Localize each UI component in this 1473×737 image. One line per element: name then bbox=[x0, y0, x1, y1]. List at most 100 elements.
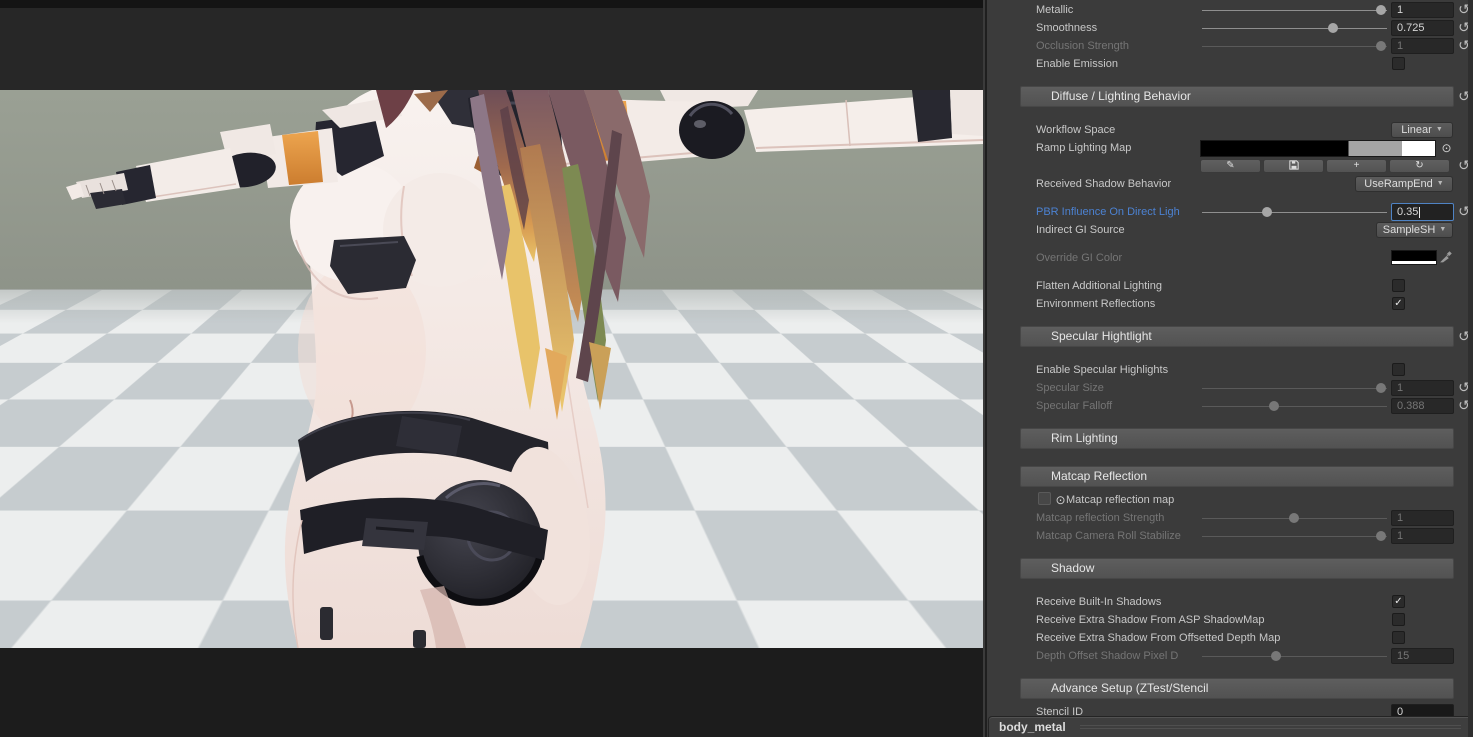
object-picker-icon[interactable]: ⊙ bbox=[1439, 140, 1454, 156]
enable-specular-highlights-label: Enable Specular Highlights bbox=[1036, 362, 1168, 378]
unity-editor-window: Metallic 1 ↺ Smoothness 0.725 ↺ Occlusio… bbox=[0, 0, 1473, 737]
workflow-space-value: Linear bbox=[1401, 123, 1432, 137]
environment-reflections-checkbox[interactable]: ✓ bbox=[1392, 297, 1405, 310]
specular-falloff-value: 0.388 bbox=[1391, 398, 1454, 414]
color-alpha-strip bbox=[1392, 261, 1436, 264]
pbr-influence-value-input[interactable]: 0.35 bbox=[1391, 203, 1454, 221]
ramp-edit-button[interactable]: ✎ bbox=[1200, 159, 1261, 173]
drag-handle-line bbox=[1080, 725, 1461, 726]
occlusion-strength-value: 1 bbox=[1391, 38, 1454, 54]
ramp-refresh-button[interactable]: ↻ bbox=[1389, 159, 1450, 173]
material-preview-bar[interactable]: body_metal bbox=[988, 716, 1473, 737]
matcap-camera-roll-label: Matcap Camera Roll Stabilize bbox=[1036, 528, 1181, 544]
receive-extra-asp-checkbox[interactable] bbox=[1392, 613, 1405, 626]
matcap-camera-roll-value: 1 bbox=[1391, 528, 1454, 544]
depth-offset-shadow-slider bbox=[1202, 656, 1387, 657]
flatten-additional-lighting-label: Flatten Additional Lighting bbox=[1036, 278, 1162, 294]
receive-extra-offsetted-label: Receive Extra Shadow From Offsetted Dept… bbox=[1036, 630, 1280, 646]
scene-bottom-band bbox=[0, 648, 983, 737]
metallic-label: Metallic bbox=[1036, 2, 1073, 18]
ramp-lighting-map-label: Ramp Lighting Map bbox=[1036, 140, 1131, 156]
scene-top-band bbox=[0, 8, 983, 90]
eyedropper-icon bbox=[1440, 250, 1454, 265]
section-header-diffuse[interactable]: Diffuse / Lighting Behavior bbox=[1020, 86, 1454, 107]
metallic-slider-thumb[interactable] bbox=[1376, 5, 1386, 15]
enable-specular-highlights-checkbox[interactable] bbox=[1392, 363, 1405, 376]
specular-size-slider bbox=[1202, 388, 1387, 389]
receive-extra-asp-label: Receive Extra Shadow From ASP ShadowMap bbox=[1036, 612, 1264, 628]
matcap-camera-roll-slider bbox=[1202, 536, 1387, 537]
indirect-gi-source-dropdown[interactable]: SampleSH ▼ bbox=[1376, 222, 1453, 238]
smoothness-value[interactable]: 0.725 bbox=[1391, 20, 1454, 36]
indirect-gi-source-value: SampleSH bbox=[1383, 223, 1436, 237]
ramp-gradient-preview[interactable] bbox=[1200, 140, 1436, 157]
smoothness-label: Smoothness bbox=[1036, 20, 1097, 36]
ramp-save-button[interactable] bbox=[1263, 159, 1324, 173]
inspector-scrollbar[interactable] bbox=[1468, 0, 1473, 737]
smoothness-slider[interactable] bbox=[1202, 28, 1387, 29]
specular-falloff-slider bbox=[1202, 406, 1387, 407]
matcap-reflection-strength-label: Matcap reflection Strength bbox=[1036, 510, 1164, 526]
chevron-down-icon: ▼ bbox=[1437, 177, 1444, 191]
pbr-influence-value-text: 0.35 bbox=[1397, 205, 1418, 219]
character-render bbox=[0, 90, 983, 648]
metallic-slider[interactable] bbox=[1202, 10, 1387, 11]
text-caret bbox=[1419, 207, 1420, 218]
pbr-influence-slider-thumb[interactable] bbox=[1262, 207, 1272, 217]
matcap-texture-slot[interactable] bbox=[1038, 492, 1051, 505]
receive-builtin-shadows-checkbox[interactable]: ✓ bbox=[1392, 595, 1405, 608]
depth-offset-shadow-label: Depth Offset Shadow Pixel D bbox=[1036, 648, 1178, 664]
ramp-add-button[interactable]: + bbox=[1326, 159, 1387, 173]
chevron-down-icon: ▼ bbox=[1436, 123, 1443, 137]
matcap-camera-roll-slider-thumb bbox=[1376, 531, 1386, 541]
matcap-reflection-strength-slider bbox=[1202, 518, 1387, 519]
workflow-space-dropdown[interactable]: Linear ▼ bbox=[1391, 122, 1453, 138]
save-icon bbox=[1289, 160, 1299, 170]
received-shadow-behavior-label: Received Shadow Behavior bbox=[1036, 176, 1171, 192]
drag-handle-line bbox=[1080, 728, 1461, 729]
override-gi-color-label: Override GI Color bbox=[1036, 250, 1122, 266]
receive-builtin-shadows-label: Receive Built-In Shadows bbox=[1036, 594, 1161, 610]
pbr-influence-label: PBR Influence On Direct Ligh bbox=[1036, 204, 1180, 220]
smoothness-slider-thumb[interactable] bbox=[1328, 23, 1338, 33]
specular-size-value: 1 bbox=[1391, 380, 1454, 396]
environment-reflections-label: Environment Reflections bbox=[1036, 296, 1155, 312]
depth-offset-shadow-value: 15 bbox=[1391, 648, 1454, 664]
flatten-additional-lighting-checkbox[interactable] bbox=[1392, 279, 1405, 292]
section-header-advance[interactable]: Advance Setup (ZTest/Stencil bbox=[1020, 678, 1454, 699]
specular-falloff-slider-thumb bbox=[1269, 401, 1279, 411]
section-header-matcap[interactable]: Matcap Reflection bbox=[1020, 466, 1454, 487]
refresh-icon: ↻ bbox=[1415, 160, 1423, 171]
specular-falloff-label: Specular Falloff bbox=[1036, 398, 1112, 414]
occlusion-strength-label: Occlusion Strength bbox=[1036, 38, 1129, 54]
pbr-influence-slider[interactable] bbox=[1202, 212, 1387, 213]
specular-size-slider-thumb bbox=[1376, 383, 1386, 393]
material-name: body_metal bbox=[999, 720, 1066, 734]
pencil-icon: ✎ bbox=[1226, 160, 1234, 171]
indirect-gi-source-label: Indirect GI Source bbox=[1036, 222, 1125, 238]
enable-emission-checkbox[interactable] bbox=[1392, 57, 1405, 70]
override-gi-color-swatch bbox=[1391, 250, 1437, 265]
section-header-rim[interactable]: Rim Lighting bbox=[1020, 428, 1454, 449]
workflow-space-label: Workflow Space bbox=[1036, 122, 1115, 138]
scene-view-column bbox=[0, 0, 983, 737]
plus-icon: + bbox=[1354, 160, 1360, 171]
scene-top-strip bbox=[0, 0, 983, 8]
chevron-down-icon: ▼ bbox=[1439, 223, 1446, 237]
receive-extra-offsetted-checkbox[interactable] bbox=[1392, 631, 1405, 644]
matcap-reflection-strength-slider-thumb bbox=[1289, 513, 1299, 523]
drag-handle[interactable] bbox=[1080, 723, 1461, 731]
depth-offset-shadow-slider-thumb bbox=[1271, 651, 1281, 661]
material-inspector-panel: Metallic 1 ↺ Smoothness 0.725 ↺ Occlusio… bbox=[985, 0, 1473, 737]
received-shadow-behavior-value: UseRampEnd bbox=[1364, 177, 1432, 191]
section-header-shadow[interactable]: Shadow bbox=[1020, 558, 1454, 579]
matcap-reflection-map-label: Matcap reflection map bbox=[1066, 492, 1174, 508]
enable-emission-label: Enable Emission bbox=[1036, 56, 1118, 72]
section-header-specular[interactable]: Specular Hightlight bbox=[1020, 326, 1454, 347]
3d-viewport[interactable] bbox=[0, 90, 983, 648]
occlusion-strength-slider-thumb bbox=[1376, 41, 1386, 51]
received-shadow-behavior-dropdown[interactable]: UseRampEnd ▼ bbox=[1355, 176, 1453, 192]
specular-size-label: Specular Size bbox=[1036, 380, 1104, 396]
metallic-value[interactable]: 1 bbox=[1391, 2, 1454, 18]
matcap-reflection-strength-value: 1 bbox=[1391, 510, 1454, 526]
